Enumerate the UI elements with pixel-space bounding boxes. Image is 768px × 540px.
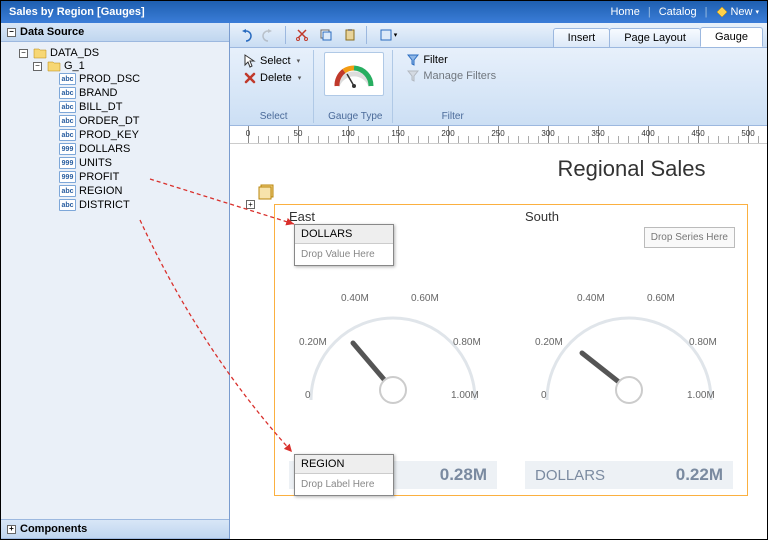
gauge-value-label: DOLLARS — [535, 467, 605, 484]
data-source-tree: − DATA_DS − G_1 abcPROD_DSCabcBRANDabcBI… — [1, 42, 229, 519]
insert-object-button[interactable]: ▾ — [372, 25, 404, 45]
ribbon-group-gauge-type: Gauge Type — [318, 50, 393, 123]
ribbon: Select▾ Delete▾ Select Gauge Type Filter — [230, 48, 767, 126]
field-name: ORDER_DT — [79, 115, 140, 127]
field-name: BILL_DT — [79, 101, 122, 113]
select-button[interactable]: Select▾ — [240, 52, 305, 70]
field-name: PROD_KEY — [79, 129, 139, 141]
work-area: ▾ Insert Page Layout Gauge Select▾ Delet… — [230, 23, 767, 539]
tab-insert[interactable]: Insert — [553, 28, 611, 47]
link-separator: | — [705, 6, 708, 18]
field-type-icon: 999 — [59, 157, 76, 169]
context-tabs: Insert Page Layout Gauge — [554, 23, 763, 47]
sidebar: − Data Source − DATA_DS − — [1, 23, 230, 539]
tree-group[interactable]: − G_1 — [33, 60, 227, 72]
redo-button[interactable] — [258, 25, 280, 45]
gauge-value-bar: DOLLARS 0.22M — [525, 461, 733, 489]
chevron-down-icon: ▾ — [755, 8, 759, 16]
folder-icon — [33, 47, 47, 59]
cut-button[interactable] — [291, 25, 313, 45]
popup-field-name: REGION — [295, 455, 393, 474]
funnel-icon — [407, 54, 419, 66]
field-name: PROFIT — [79, 171, 119, 183]
copy-button[interactable] — [315, 25, 337, 45]
field-type-icon: abc — [59, 115, 76, 127]
collapse-icon[interactable]: − — [19, 49, 28, 58]
drop-value-popup[interactable]: DOLLARS Drop Value Here — [294, 224, 394, 266]
expand-icon[interactable]: + — [7, 525, 16, 534]
paste-button[interactable] — [339, 25, 361, 45]
new-icon — [717, 7, 727, 17]
gauge-region-label: South — [525, 209, 559, 224]
delete-icon — [244, 72, 256, 84]
data-source-panel-header[interactable]: − Data Source — [1, 23, 229, 42]
field-type-icon: abc — [59, 73, 76, 85]
field-type-icon: abc — [59, 185, 76, 197]
ribbon-group-select: Select▾ Delete▾ Select — [234, 50, 314, 123]
tree-field[interactable]: 999PROFIT — [47, 171, 227, 183]
gauge-value: 0.28M — [440, 465, 487, 485]
window-title: Sales by Region [Gauges] — [9, 6, 145, 18]
gauge-chart: 0 0.20M 0.40M 0.60M 0.80M 1.00M — [293, 275, 493, 415]
field-type-icon: 999 — [59, 171, 76, 183]
drop-value-target[interactable]: Drop Value Here — [295, 244, 393, 265]
field-name: REGION — [79, 185, 122, 197]
horizontal-ruler: 050100150200250300350400450500 — [230, 126, 767, 144]
gauge-value: 0.22M — [676, 465, 723, 485]
tree-field[interactable]: abcORDER_DT — [47, 115, 227, 127]
field-type-icon: abc — [59, 129, 76, 141]
field-type-icon: 999 — [59, 143, 76, 155]
drop-label-target[interactable]: Drop Label Here — [295, 474, 393, 495]
tree-field[interactable]: abcPROD_KEY — [47, 129, 227, 141]
design-canvas[interactable]: Regional Sales + East 0 0.20M — [230, 144, 767, 539]
header-links: Home | Catalog | New ▾ — [606, 6, 759, 18]
collapse-icon[interactable]: − — [7, 28, 16, 37]
home-link[interactable]: Home — [606, 6, 643, 18]
funnel-icon — [407, 70, 419, 82]
field-name: DOLLARS — [79, 143, 130, 155]
gauge-chart: 0 0.20M 0.40M 0.60M 0.80M 1.00M — [529, 275, 729, 415]
folder-icon — [47, 60, 61, 72]
field-name: BRAND — [79, 87, 118, 99]
filter-button[interactable]: Filter — [403, 52, 500, 68]
tree-field[interactable]: 999DOLLARS — [47, 143, 227, 155]
link-separator: | — [648, 6, 651, 18]
new-menu-button[interactable]: New ▾ — [717, 6, 759, 18]
tree-field[interactable]: 999UNITS — [47, 157, 227, 169]
collapse-icon[interactable]: − — [33, 62, 42, 71]
tree-field[interactable]: abcDISTRICT — [47, 199, 227, 211]
undo-button[interactable] — [234, 25, 256, 45]
tree-field[interactable]: abcBRAND — [47, 87, 227, 99]
drop-series-target[interactable]: Drop Series Here — [644, 227, 735, 248]
report-title[interactable]: Regional Sales — [510, 156, 753, 182]
title-bar: Sales by Region [Gauges] Home | Catalog … — [1, 1, 767, 23]
field-type-icon: abc — [59, 101, 76, 113]
gauge-region-label: East — [289, 209, 315, 224]
delete-button[interactable]: Delete▾ — [240, 70, 305, 86]
ribbon-group-filter: Filter Manage Filters Filter — [397, 50, 508, 123]
gauge-cell-south: South Drop Series Here 0 0.20M 0.40M 0.6… — [511, 205, 747, 495]
field-name: PROD_DSC — [79, 73, 140, 85]
field-name: UNITS — [79, 157, 112, 169]
tab-gauge[interactable]: Gauge — [700, 27, 763, 47]
tree-root[interactable]: − DATA_DS — [19, 47, 227, 59]
catalog-link[interactable]: Catalog — [655, 6, 701, 18]
tree-field[interactable]: abcREGION — [47, 185, 227, 197]
popup-field-name: DOLLARS — [295, 225, 393, 244]
drop-label-popup[interactable]: REGION Drop Label Here — [294, 454, 394, 496]
cursor-icon — [244, 54, 256, 68]
components-panel-header[interactable]: + Components — [1, 519, 229, 539]
field-type-icon: abc — [59, 87, 76, 99]
manage-filters-button[interactable]: Manage Filters — [403, 68, 500, 84]
tree-field[interactable]: abcPROD_DSC — [47, 73, 227, 85]
tree-field[interactable]: abcBILL_DT — [47, 101, 227, 113]
gauge-type-preview[interactable] — [324, 52, 384, 96]
tab-page-layout[interactable]: Page Layout — [609, 28, 701, 47]
field-name: DISTRICT — [79, 199, 130, 211]
repeating-section-handle[interactable]: + — [258, 184, 276, 205]
field-type-icon: abc — [59, 199, 76, 211]
expand-icon[interactable]: + — [246, 200, 255, 209]
toolbar: ▾ Insert Page Layout Gauge — [230, 23, 767, 48]
